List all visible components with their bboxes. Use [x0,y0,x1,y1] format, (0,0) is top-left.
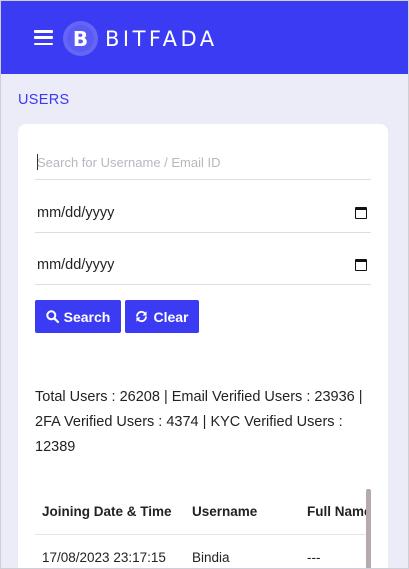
text-caret [37,154,38,170]
brand-logo[interactable]: B BITFADA [63,21,218,56]
top-bar: B BITFADA [0,0,409,74]
table-cell-username: Bindia [192,550,230,565]
hamburger-menu-icon[interactable] [34,30,53,45]
table-cell-joining-date: 17/08/2023 23:17:15 [42,550,166,565]
start-date-field[interactable]: mm/dd/yyyy [35,199,371,233]
user-stats-summary: Total Users : 26208 | Email Verified Use… [35,389,363,455]
column-header-username[interactable]: Username [192,504,257,519]
start-date-value: mm/dd/yyyy [37,205,115,221]
page-title: USERS [18,92,70,108]
refresh-icon [135,310,148,323]
header-divider [35,534,371,535]
calendar-icon[interactable] [355,207,367,219]
end-date-value: mm/dd/yyyy [37,257,115,273]
brand-name: BITFADA [105,26,218,51]
search-button-label: Search [63,308,111,325]
clear-button-label: Clear [153,308,189,325]
column-header-joining-date[interactable]: Joining Date & Time [42,504,172,519]
search-button[interactable]: Search [35,300,121,333]
users-card: mm/dd/yyyy mm/dd/yyyy Search Clear Total… [18,124,388,569]
clear-button[interactable]: Clear [125,300,199,333]
users-table: Joining Date & Time Username Full Name 1… [35,488,371,569]
table-cell-full-name: --- [307,550,321,565]
table-scrollbar[interactable] [366,489,371,569]
bitcoin-logo-icon: B [63,21,98,56]
magnifier-icon [45,310,59,323]
search-input[interactable] [35,150,371,174]
calendar-icon[interactable] [355,259,367,271]
search-field [35,150,371,180]
column-header-full-name[interactable]: Full Name [307,504,371,519]
end-date-field[interactable]: mm/dd/yyyy [35,251,371,285]
